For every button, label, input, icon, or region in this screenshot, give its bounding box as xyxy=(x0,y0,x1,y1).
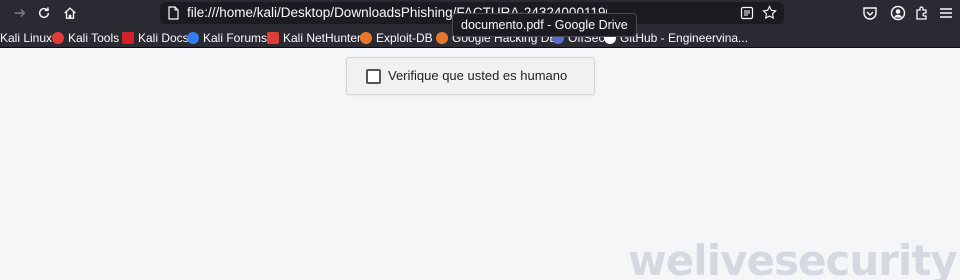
kali-forums-icon xyxy=(187,31,199,44)
reload-button[interactable] xyxy=(34,4,54,22)
reload-icon xyxy=(38,7,50,19)
bookmark-exploit-db[interactable]: Exploit-DB xyxy=(360,29,433,46)
bookmark-kali-tools[interactable]: Kali Tools xyxy=(52,29,119,46)
menu-icon[interactable] xyxy=(938,5,954,21)
extensions-icon[interactable] xyxy=(914,5,930,21)
bookmark-kali-forums[interactable]: Kali Forums xyxy=(187,29,267,46)
bookmark-label: Kali Forums xyxy=(203,30,268,45)
bookmark-kali-nethunter[interactable]: Kali NetHunter xyxy=(267,29,361,46)
reader-view-icon[interactable] xyxy=(740,6,754,20)
bookmark-label: Exploit-DB xyxy=(376,30,433,45)
page-content: Verifique que usted es humano welivesecu… xyxy=(0,48,960,280)
back-button[interactable] xyxy=(10,4,30,22)
account-icon[interactable] xyxy=(890,5,906,21)
arrow-right-icon xyxy=(14,9,26,17)
kali-docs-icon xyxy=(122,31,134,44)
ghdb-icon xyxy=(436,31,448,44)
bookmark-label: Kali Linux xyxy=(0,30,53,45)
nethunter-icon xyxy=(267,31,279,44)
link-tooltip: documento.pdf - Google Drive xyxy=(452,13,637,37)
document-icon xyxy=(168,6,179,20)
captcha-widget[interactable]: Verifique que usted es humano xyxy=(346,57,595,95)
captcha-checkbox[interactable] xyxy=(366,69,381,84)
bookmark-label: GitHub - Engineervina... xyxy=(620,30,749,45)
captcha-label: Verifique que usted es humano xyxy=(388,68,568,83)
home-button[interactable] xyxy=(60,4,80,22)
bookmark-kali-docs[interactable]: Kali Docs xyxy=(122,29,189,46)
welivesecurity-watermark: welivesecurity xyxy=(628,236,958,280)
bookmark-label: Kali Docs xyxy=(138,30,189,45)
bookmark-kali-linux[interactable]: Kali Linux xyxy=(0,29,52,46)
bookmark-label: Kali NetHunter xyxy=(283,30,362,45)
kali-tools-icon xyxy=(52,31,64,44)
bookmark-label: Kali Tools xyxy=(68,30,120,45)
pocket-icon[interactable] xyxy=(862,5,878,21)
bookmark-star-icon[interactable] xyxy=(762,5,777,20)
exploit-db-icon xyxy=(360,31,372,44)
home-icon xyxy=(64,7,76,19)
